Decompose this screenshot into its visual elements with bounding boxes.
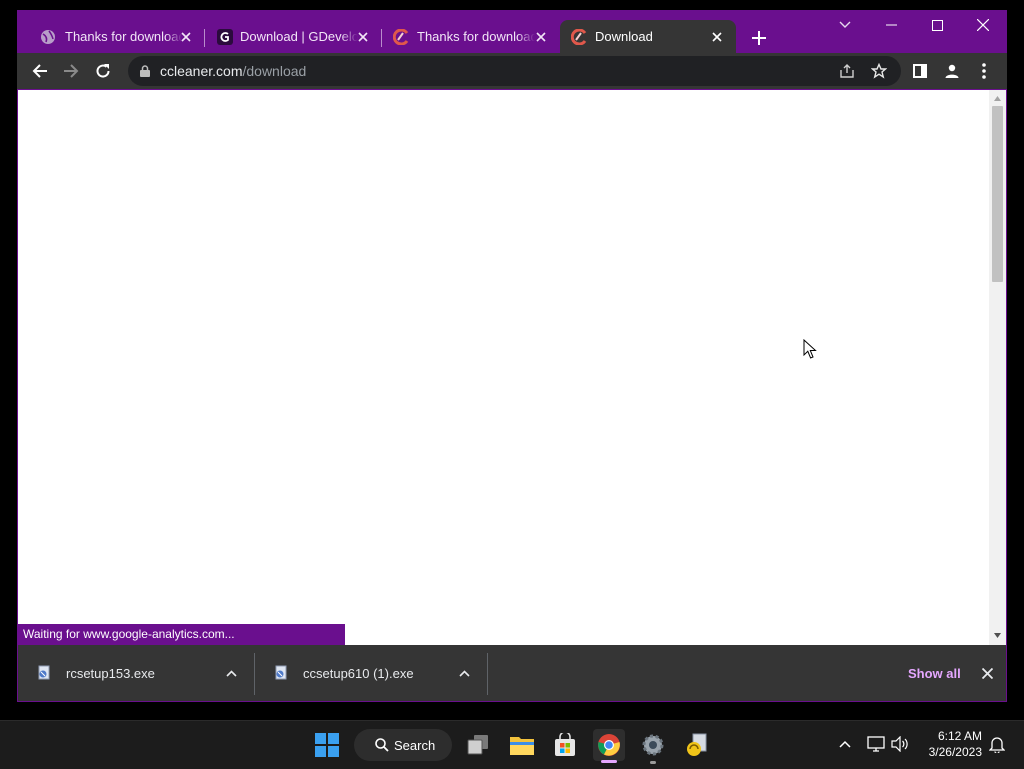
installer-file-icon	[38, 665, 50, 680]
tab-thanks-2[interactable]: Thanks for downloading	[382, 20, 560, 53]
side-panel-button[interactable]	[906, 57, 934, 85]
download-filename: rcsetup153.exe	[66, 666, 155, 681]
arrow-right-icon	[64, 64, 79, 78]
scrollbar-thumb[interactable]	[992, 106, 1003, 282]
active-app-indicator	[601, 760, 617, 763]
download-item[interactable]: ccsetup610 (1).exe	[255, 653, 487, 693]
new-tab-button[interactable]	[748, 27, 770, 49]
close-icon	[981, 667, 993, 679]
volume-icon[interactable]	[890, 733, 910, 755]
clock-date: 3/26/2023	[928, 745, 982, 759]
download-shelf: rcsetup153.exe ccsetup610 (1).exe Show a…	[18, 645, 1006, 701]
microsoft-store-icon[interactable]	[549, 729, 581, 761]
gdevelop-icon	[217, 29, 233, 45]
download-item[interactable]: rcsetup153.exe	[18, 653, 254, 693]
plus-icon	[752, 31, 766, 45]
tab-close-icon[interactable]	[708, 28, 726, 46]
menu-button[interactable]	[970, 57, 998, 85]
tab-title: Thanks for downloading	[417, 29, 535, 44]
ccleaner-setup-icon[interactable]	[681, 729, 713, 761]
windows-start-icon[interactable]	[311, 729, 343, 761]
back-button[interactable]	[26, 57, 54, 85]
forward-button[interactable]	[57, 57, 85, 85]
ccleaner-icon	[571, 29, 587, 45]
browser-window: Thanks for downloading Download | GDevel…	[17, 10, 1007, 702]
tab-title: Download	[595, 29, 653, 44]
chevron-up-icon[interactable]	[835, 733, 855, 755]
download-separator	[487, 653, 488, 695]
scroll-down-icon[interactable]	[994, 633, 1001, 638]
reload-button[interactable]	[89, 57, 117, 85]
file-explorer-icon[interactable]	[506, 729, 538, 761]
tab-close-icon[interactable]	[532, 28, 550, 46]
minimize-button[interactable]	[868, 10, 914, 40]
chevron-up-icon[interactable]	[455, 664, 473, 682]
lock-icon	[140, 65, 150, 77]
tab-thanks-1[interactable]: Thanks for downloading	[20, 20, 205, 53]
browser-toolbar: ccleaner.com/download	[17, 53, 1007, 89]
installer-file-icon	[275, 665, 287, 680]
tab-download[interactable]: Download	[560, 20, 736, 53]
mouse-cursor-icon	[803, 339, 817, 359]
status-bubble: Waiting for www.google-analytics.com...	[18, 624, 345, 645]
address-bar[interactable]: ccleaner.com/download	[128, 56, 901, 86]
download-filename: ccsetup610 (1).exe	[303, 666, 414, 681]
task-view-icon[interactable]	[462, 729, 494, 761]
tab-title: Download | GDevelop	[240, 29, 358, 44]
vertical-scrollbar[interactable]	[989, 90, 1006, 645]
globe-icon	[41, 30, 55, 44]
tab-strip: Thanks for downloading Download | GDevel…	[17, 10, 1007, 53]
profile-button[interactable]	[938, 57, 966, 85]
taskbar: Search 6:12 AM 3/26/2023	[0, 720, 1024, 769]
url-domain: ccleaner.com	[160, 63, 243, 79]
page-content[interactable]	[18, 90, 989, 645]
maximize-button[interactable]	[914, 10, 960, 40]
arrow-left-icon	[32, 64, 47, 78]
reload-icon	[96, 64, 110, 78]
chrome-icon[interactable]	[593, 729, 625, 763]
ccleaner-icon	[393, 29, 409, 45]
taskbar-search[interactable]: Search	[354, 729, 452, 761]
clock-time: 6:12 AM	[937, 729, 982, 743]
bookmark-star-icon[interactable]	[871, 63, 887, 79]
search-icon	[375, 738, 389, 752]
settings-icon[interactable]	[637, 729, 669, 764]
tab-search-button[interactable]	[822, 10, 868, 40]
network-icon[interactable]	[866, 733, 886, 755]
url-path: /download	[242, 63, 307, 79]
running-app-indicator	[650, 761, 656, 764]
kebab-menu-icon	[982, 63, 986, 79]
search-label: Search	[394, 738, 436, 753]
minimize-icon	[885, 24, 897, 26]
scroll-up-icon[interactable]	[994, 96, 1001, 101]
chevron-down-icon	[839, 21, 851, 28]
close-window-button[interactable]	[960, 10, 1006, 40]
side-panel-icon	[913, 64, 927, 78]
close-shelf-button[interactable]	[978, 664, 996, 682]
show-all-link[interactable]: Show all	[908, 666, 961, 681]
notifications-icon[interactable]	[987, 733, 1007, 755]
tab-close-icon[interactable]	[177, 28, 195, 46]
tab-gdevelop[interactable]: Download | GDevelop	[205, 20, 382, 53]
close-icon	[977, 19, 989, 31]
url-text: ccleaner.com/download	[160, 63, 306, 79]
chevron-up-icon[interactable]	[222, 664, 240, 682]
tab-title: Thanks for downloading	[65, 29, 183, 44]
share-icon[interactable]	[839, 63, 855, 79]
tab-close-icon[interactable]	[354, 28, 372, 46]
maximize-icon	[931, 19, 943, 31]
profile-icon	[945, 64, 959, 78]
system-clock[interactable]: 6:12 AM 3/26/2023	[920, 728, 982, 760]
